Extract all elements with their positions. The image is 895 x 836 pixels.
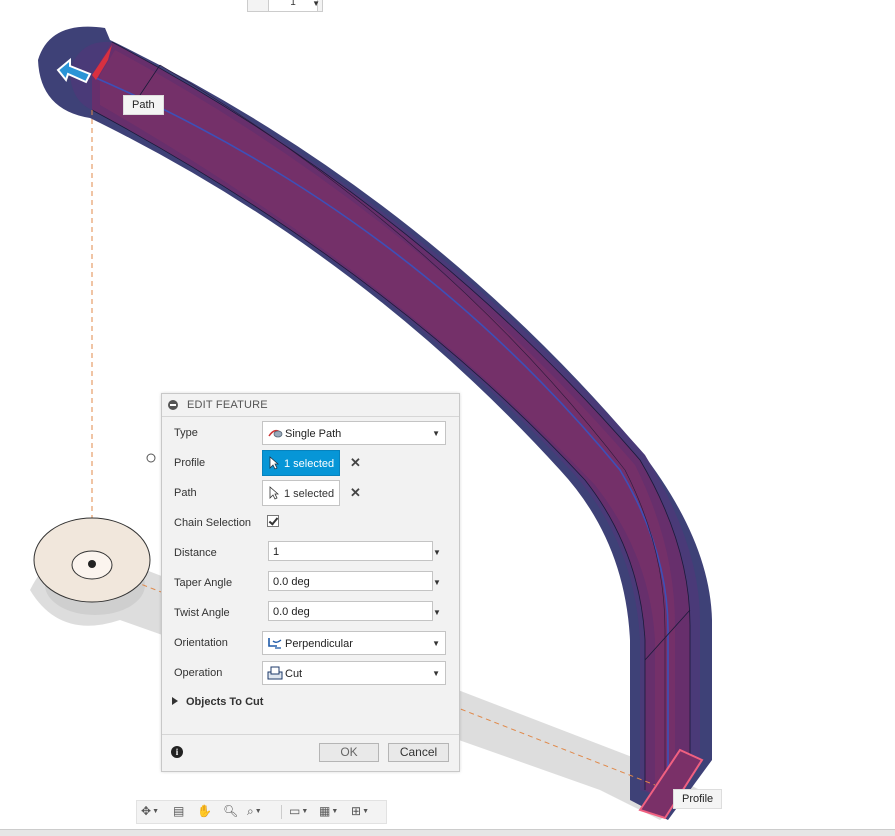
chevron-down-icon[interactable]: ▼ — [312, 0, 320, 8]
orientation-value: Perpendicular — [285, 638, 353, 650]
collapse-icon[interactable] — [168, 400, 178, 410]
taper-angle-row: Taper Angle 0.0 deg ▼ — [162, 569, 459, 597]
sketch-point[interactable] — [146, 453, 156, 463]
look-at-icon[interactable]: ▤ — [173, 804, 184, 820]
chevron-down-icon: ▼ — [432, 639, 440, 648]
cursor-icon — [269, 486, 279, 500]
distance-value: 1 — [273, 546, 280, 558]
chevron-down-icon[interactable]: ▼ — [433, 608, 441, 617]
taper-angle-label: Taper Angle — [174, 577, 233, 589]
profile-label-tag: Profile — [673, 789, 723, 809]
panel-title: EDIT FEATURE — [187, 399, 268, 411]
twist-angle-input[interactable]: 0.0 deg — [268, 601, 433, 621]
disk-center-point — [88, 560, 96, 568]
type-row: Type Single Path ▼ — [162, 419, 459, 447]
cut-icon — [267, 666, 283, 680]
zoom-icon[interactable]: 🔍︎ — [223, 804, 238, 820]
profile-label: Profile — [174, 457, 206, 469]
info-icon[interactable]: i — [171, 746, 183, 758]
orientation-select[interactable]: Perpendicular ▼ — [262, 631, 446, 655]
profile-clear-icon[interactable]: ✕ — [350, 455, 361, 471]
chain-selection-checkbox[interactable] — [267, 515, 279, 527]
chevron-down-icon[interactable]: ▼ — [433, 548, 441, 557]
expand-triangle-icon — [172, 697, 178, 705]
navigation-toolbar: ✥▼ ▤ ✋ 🔍︎ ⌕▼ ▭▼ ▦▼ ⊞▼ — [136, 800, 387, 824]
taper-angle-value: 0.0 deg — [273, 576, 310, 588]
twist-angle-label: Twist Angle — [174, 607, 230, 619]
chevron-down-icon[interactable]: ▼ — [433, 578, 441, 587]
operation-row: Operation Cut ▼ — [162, 659, 459, 687]
single-path-icon — [268, 429, 283, 438]
path-value: 1 selected — [284, 488, 335, 500]
perpendicular-icon — [268, 638, 282, 649]
top-value-field[interactable]: 1 ▼ — [247, 0, 323, 12]
twist-angle-value: 0.0 deg — [273, 606, 310, 618]
chevron-down-icon: ▼ — [432, 429, 440, 438]
edit-feature-panel: EDIT FEATURE Type Single Path ▼ Profile … — [161, 393, 460, 772]
operation-select[interactable]: Cut ▼ — [262, 661, 446, 685]
distance-input[interactable]: 1 — [268, 541, 433, 561]
path-clear-icon[interactable]: ✕ — [350, 485, 361, 501]
path-label-tag: Path — [123, 95, 164, 115]
grid-icon[interactable]: ▦▼ — [319, 804, 338, 820]
path-label: Path — [174, 487, 197, 499]
type-label: Type — [174, 427, 198, 439]
top-value-text: 1 — [268, 0, 318, 11]
objects-to-cut-section[interactable]: Objects To Cut — [172, 696, 263, 708]
orientation-row: Orientation Perpendicular ▼ — [162, 629, 459, 657]
panel-footer: i OK Cancel — [162, 734, 459, 771]
twist-angle-row: Twist Angle 0.0 deg ▼ — [162, 599, 459, 627]
operation-label: Operation — [174, 667, 223, 679]
taper-angle-input[interactable]: 0.0 deg — [268, 571, 433, 591]
cancel-button[interactable]: Cancel — [388, 743, 449, 762]
operation-value: Cut — [285, 668, 303, 680]
chain-selection-row: Chain Selection — [162, 509, 459, 537]
chain-selection-label: Chain Selection — [174, 517, 252, 529]
orbit-icon[interactable]: ✥▼ — [141, 804, 159, 820]
type-select[interactable]: Single Path ▼ — [262, 421, 446, 445]
path-row: Path 1 selected ✕ — [162, 479, 459, 507]
cursor-icon — [269, 456, 279, 470]
objects-to-cut-label: Objects To Cut — [186, 696, 264, 708]
distance-label: Distance — [174, 547, 217, 559]
distance-row: Distance 1 ▼ — [162, 539, 459, 567]
type-value: Single Path — [285, 428, 342, 440]
toolbar-divider — [281, 805, 282, 819]
viewports-icon[interactable]: ⊞▼ — [351, 804, 369, 820]
display-settings-icon[interactable]: ▭▼ — [289, 804, 308, 820]
profile-selection-button[interactable]: 1 selected — [262, 450, 340, 476]
chevron-down-icon: ▼ — [432, 669, 440, 678]
profile-row: Profile 1 selected ✕ — [162, 449, 459, 477]
orientation-label: Orientation — [174, 637, 228, 649]
fit-icon[interactable]: ⌕▼ — [247, 804, 262, 820]
panel-header: EDIT FEATURE — [162, 394, 459, 417]
pan-icon[interactable]: ✋ — [197, 804, 212, 820]
profile-value: 1 selected — [284, 458, 335, 470]
ok-button[interactable]: OK — [319, 743, 379, 762]
path-selection-button[interactable]: 1 selected — [262, 480, 340, 506]
